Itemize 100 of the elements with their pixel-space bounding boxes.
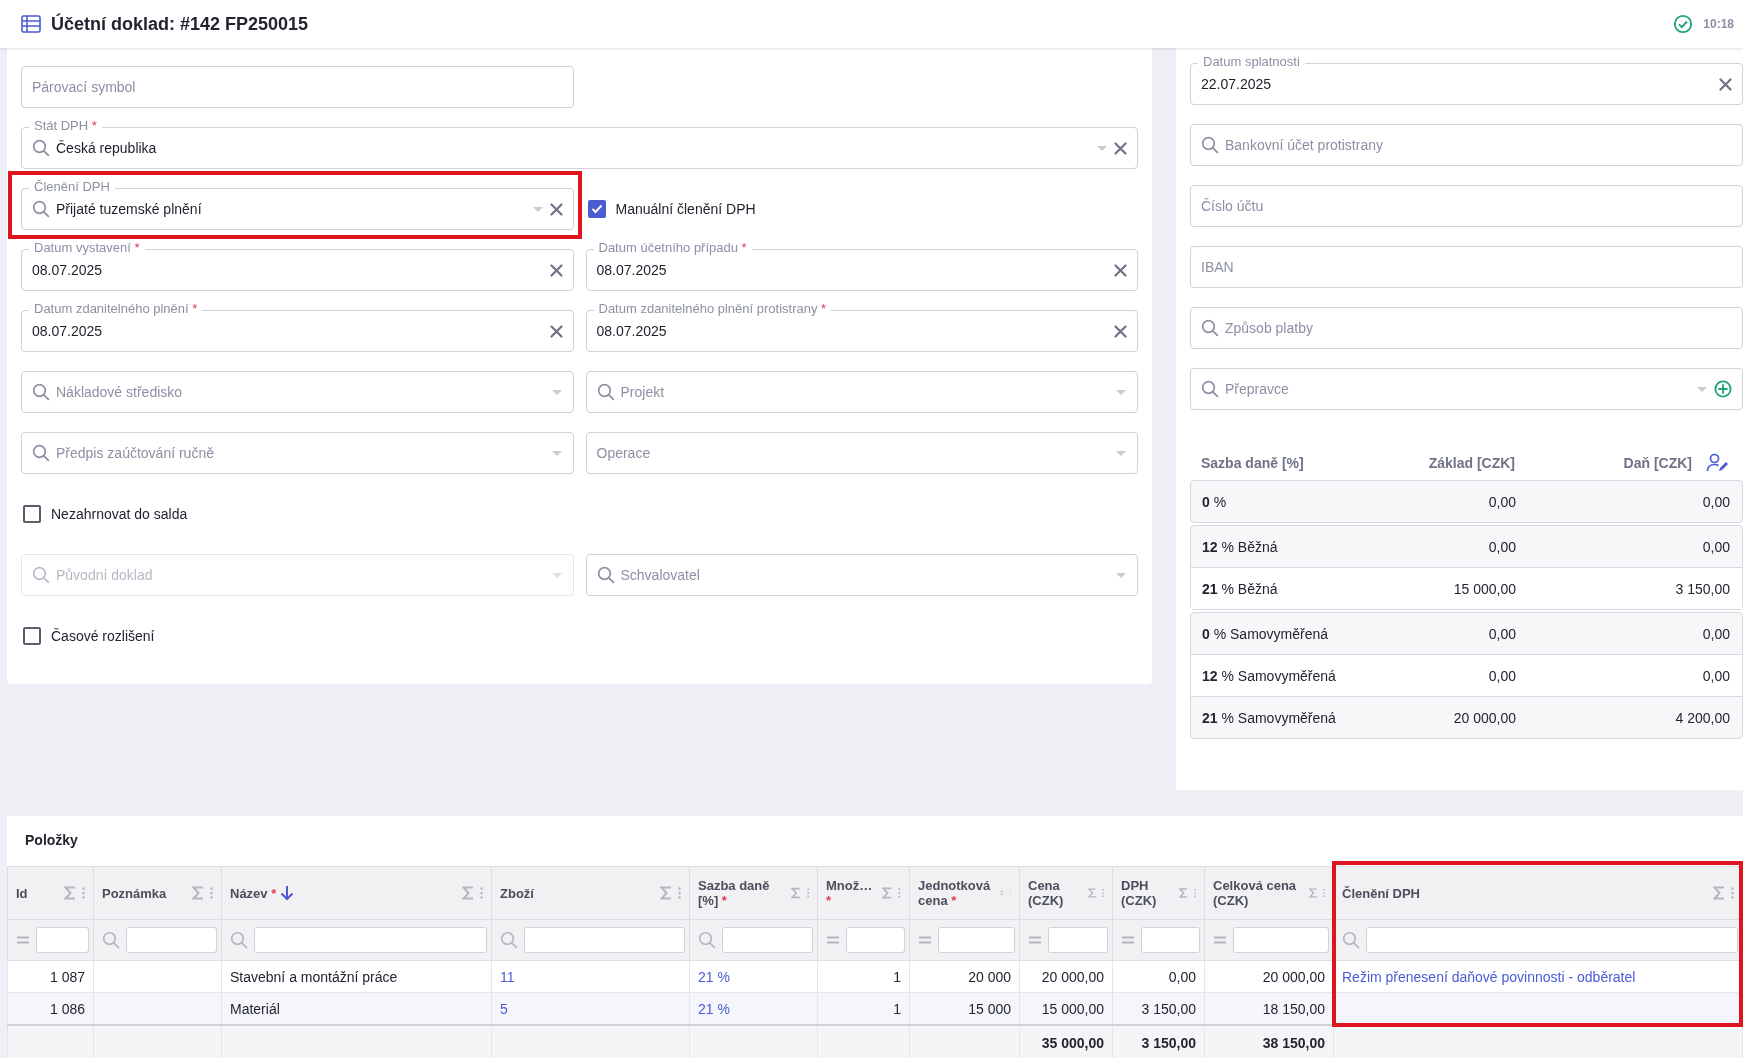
- total-cell: 3 150,00: [1141, 1035, 1196, 1051]
- caret-icon[interactable]: [531, 205, 544, 213]
- column-menu-icon[interactable]: [480, 887, 483, 899]
- equals-icon: [826, 935, 840, 945]
- caret-icon[interactable]: [550, 449, 563, 457]
- field-value: Česká republika: [56, 140, 158, 156]
- filter-field[interactable]: [1048, 927, 1108, 953]
- tax-rate: 12 % Samovyměřená: [1202, 667, 1337, 684]
- clear-icon[interactable]: [1114, 141, 1127, 155]
- sum-icon[interactable]: [192, 886, 204, 900]
- clear-icon[interactable]: [1114, 324, 1127, 338]
- tax-amount: 0,00: [1701, 493, 1730, 510]
- column-header[interactable]: Název *: [221, 866, 492, 920]
- table-cell: 1: [893, 1000, 901, 1017]
- window-title: Účetní doklad: #142 FP250015: [51, 13, 309, 35]
- tax-rate: 21 % Běžná: [1202, 580, 1279, 597]
- add-icon[interactable]: [1714, 380, 1732, 398]
- user-edit-icon[interactable]: [1706, 453, 1730, 473]
- clear-icon[interactable]: [1114, 263, 1127, 277]
- clear-icon[interactable]: [549, 263, 563, 277]
- caret-icon[interactable]: [1115, 388, 1127, 396]
- column-header: Základ [CZK]: [1427, 455, 1515, 471]
- table-link[interactable]: 21 %: [698, 968, 730, 985]
- column-header[interactable]: Zboží: [491, 866, 690, 920]
- filter-field[interactable]: [126, 927, 217, 953]
- column-header[interactable]: Jednotková cena *: [909, 866, 1020, 920]
- column-header[interactable]: Cena (CZK): [1019, 866, 1113, 920]
- base-amount: 15 000,00: [1452, 580, 1516, 597]
- search-icon: [698, 931, 716, 949]
- caret-icon[interactable]: [1115, 571, 1127, 579]
- field-value: 08.07.2025: [596, 323, 668, 339]
- clock-time: 10:18: [1703, 17, 1734, 31]
- total-cell: 38 150,00: [1262, 1035, 1325, 1051]
- base-amount: 0,00: [1487, 625, 1516, 642]
- clear-icon[interactable]: [549, 202, 563, 216]
- checkbox[interactable]: [23, 627, 41, 645]
- search-icon: [500, 931, 518, 949]
- column-title: Celková cena (CZK): [1213, 878, 1298, 908]
- tax-rate: 21 % Samovyměřená: [1202, 709, 1337, 726]
- table-cell: 0,00: [1168, 968, 1196, 985]
- filter-field[interactable]: [524, 927, 685, 953]
- table-link[interactable]: 21 %: [698, 1000, 730, 1017]
- column-header[interactable]: DPH (CZK): [1112, 866, 1205, 920]
- caret-icon[interactable]: [550, 388, 563, 396]
- column-title: Id: [16, 885, 28, 901]
- field-placeholder: Bankovní účet protistrany: [1225, 137, 1384, 153]
- filter-field[interactable]: [846, 927, 905, 953]
- checkbox[interactable]: [587, 200, 606, 218]
- column-menu-icon[interactable]: [898, 887, 901, 899]
- checkbox[interactable]: [23, 505, 41, 523]
- field-placeholder: Projekt: [620, 384, 666, 400]
- checkbox-label: Nezahrnovat do salda: [51, 506, 188, 522]
- sum-icon[interactable]: [660, 886, 672, 900]
- column-menu-icon[interactable]: [678, 887, 681, 899]
- sum-icon[interactable]: [1713, 886, 1725, 900]
- filter-field[interactable]: [254, 927, 487, 953]
- field-label: Datum vystavení *: [29, 240, 145, 256]
- column-menu-icon[interactable]: [1731, 887, 1734, 899]
- column-header[interactable]: Množ… *: [817, 866, 910, 920]
- column-header[interactable]: Sazba daně [%] *: [689, 866, 818, 920]
- sum-icon[interactable]: [791, 886, 801, 900]
- tax-rate: 0 %: [1202, 493, 1228, 510]
- column-menu-icon[interactable]: [210, 887, 213, 899]
- equals-icon: [1028, 935, 1042, 945]
- equals-icon: [16, 935, 30, 945]
- caret-icon[interactable]: [1696, 385, 1708, 393]
- filter-field[interactable]: [722, 927, 813, 953]
- caret-icon[interactable]: [1096, 144, 1108, 152]
- clear-icon[interactable]: [549, 324, 563, 338]
- filter-field[interactable]: [1366, 927, 1738, 953]
- sort-arrow-icon[interactable]: [280, 885, 295, 901]
- filter-field[interactable]: [938, 927, 1015, 953]
- clear-icon[interactable]: [1719, 77, 1732, 91]
- search-icon: [102, 931, 120, 949]
- sum-icon[interactable]: [1179, 886, 1188, 900]
- column-header[interactable]: Celková cena (CZK): [1204, 866, 1334, 920]
- total-cell: 35 000,00: [1041, 1035, 1104, 1051]
- table-link[interactable]: 5: [500, 1000, 508, 1017]
- column-menu-icon[interactable]: [806, 887, 809, 899]
- filter-field[interactable]: [36, 927, 89, 953]
- sum-icon[interactable]: [462, 886, 474, 900]
- search-icon: [32, 139, 50, 157]
- column-header[interactable]: Poznámka: [93, 866, 222, 920]
- sum-icon[interactable]: [1087, 886, 1096, 900]
- sum-icon[interactable]: [64, 886, 76, 900]
- search-icon: [1201, 319, 1219, 337]
- field-value: 22.07.2025: [1201, 76, 1273, 92]
- table-link[interactable]: 11: [500, 968, 515, 985]
- filter-field[interactable]: [1141, 927, 1200, 953]
- column-header[interactable]: Id: [7, 866, 94, 920]
- sum-icon[interactable]: [1308, 886, 1317, 900]
- sum-icon[interactable]: [882, 886, 893, 900]
- table-cell: 1 087: [49, 968, 85, 985]
- search-icon: [32, 566, 50, 584]
- caret-icon[interactable]: [1115, 449, 1127, 457]
- column-menu-icon[interactable]: [1193, 887, 1196, 899]
- search-icon: [1201, 380, 1219, 398]
- tax-amount: 3 150,00: [1674, 580, 1730, 597]
- column-menu-icon[interactable]: [82, 887, 85, 899]
- filter-field[interactable]: [1233, 927, 1329, 953]
